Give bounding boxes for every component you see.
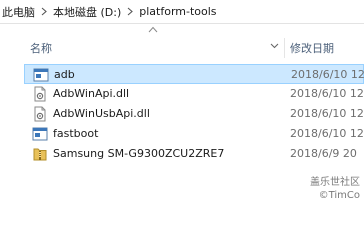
breadcrumb-local-disk[interactable]: 本地磁盘 (D:)	[51, 0, 123, 23]
file-date: 2018/6/9 20	[290, 147, 357, 160]
file-row[interactable]: AdbWinApi.dll 2018/6/10 12	[24, 84, 364, 104]
breadcrumb-label: 此电脑	[2, 5, 35, 19]
file-date: 2018/6/10 12	[291, 68, 364, 81]
file-date: 2018/6/10 12	[290, 87, 364, 100]
column-header-name[interactable]: 名称	[24, 37, 282, 59]
application-icon	[32, 127, 48, 141]
file-row[interactable]: fastboot 2018/6/10 12	[24, 124, 364, 144]
file-name: AdbWinUsbApi.dll	[53, 107, 150, 120]
watermark-line: ©TimCo	[318, 190, 360, 201]
file-row[interactable]: Samsung SM-G9300ZCU2ZRE7 2018/6/9 20	[24, 144, 364, 164]
file-name: fastboot	[53, 127, 99, 140]
chevron-down-icon[interactable]	[268, 40, 280, 52]
file-list: adb 2018/6/10 12 AdbWinApi.dll 2018/6/10…	[24, 64, 364, 164]
file-name: Samsung SM-G9300ZCU2ZRE7	[53, 147, 225, 160]
column-divider[interactable]	[284, 38, 285, 58]
breadcrumb-this-pc[interactable]: 此电脑	[0, 0, 37, 23]
chevron-right-icon[interactable]	[37, 0, 51, 23]
breadcrumb-platform-tools[interactable]: platform-tools	[137, 0, 218, 23]
chevron-right-icon[interactable]	[123, 0, 137, 23]
breadcrumb-label: 本地磁盘 (D:)	[53, 5, 122, 19]
watermark: 盖乐世社区 ©TimCo	[306, 176, 360, 202]
column-header-date[interactable]: 修改日期	[286, 37, 364, 59]
dll-file-icon	[34, 86, 46, 102]
column-header: 名称 修改日期	[0, 24, 364, 64]
file-name: adb	[54, 68, 75, 81]
breadcrumb-label: platform-tools	[139, 5, 217, 18]
address-bar[interactable]: 此电脑 本地磁盘 (D:) platform-tools	[0, 0, 364, 24]
file-row[interactable]: adb 2018/6/10 12	[24, 64, 364, 84]
application-icon	[33, 68, 49, 82]
column-header-date-label: 修改日期	[290, 42, 334, 55]
sort-ascending-icon	[148, 26, 158, 33]
file-date: 2018/6/10 12	[290, 107, 364, 120]
dll-file-icon	[34, 106, 46, 122]
file-name: AdbWinApi.dll	[53, 87, 130, 100]
file-row[interactable]: AdbWinUsbApi.dll 2018/6/10 12	[24, 104, 364, 124]
file-date: 2018/6/10 12	[290, 127, 364, 140]
watermark-line: 盖乐世社区	[310, 177, 360, 188]
archive-icon	[33, 148, 47, 161]
column-header-name-label: 名称	[30, 42, 52, 55]
